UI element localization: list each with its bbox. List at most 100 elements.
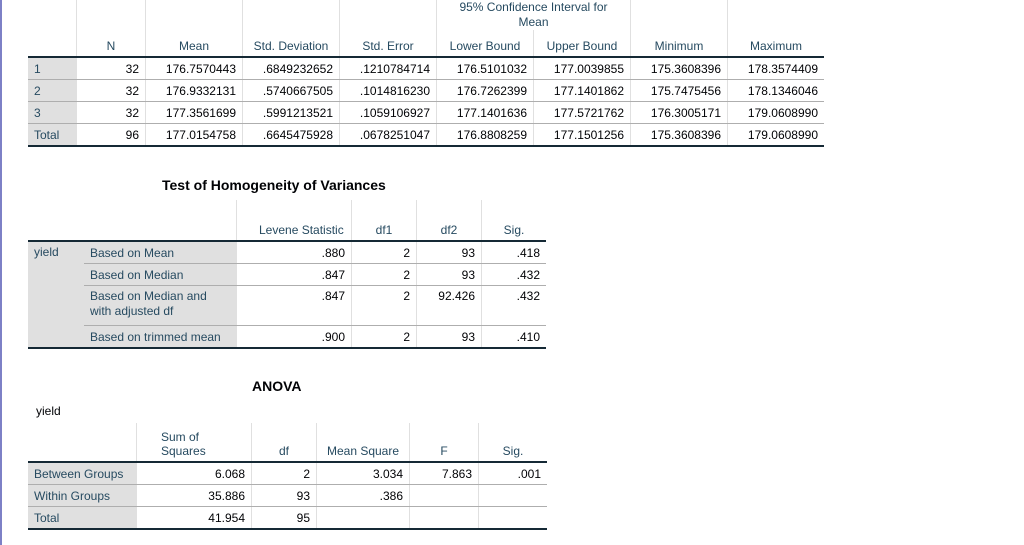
cell-std-error: .0678251047 [339, 123, 437, 147]
cell-upper-bound: 177.1501256 [533, 123, 631, 147]
table-row: 3 32 177.3561699 .5991213521 .1059106927… [28, 101, 824, 124]
cell-lower-bound: 177.1401636 [436, 101, 534, 124]
cell-df: 93 [251, 484, 317, 507]
row-label: Based on Median and with adjusted df [84, 285, 237, 326]
cell-df: 95 [251, 506, 317, 530]
cell-std-deviation: .5740667505 [242, 79, 340, 102]
col-header-levene-statistic: Levene Statistic [236, 200, 352, 242]
cell-upper-bound: 177.1401862 [533, 79, 631, 102]
anova-title: ANOVA [252, 378, 302, 394]
col-header-sig: Sig. [478, 423, 547, 463]
col-header-std-error: Std. Error [339, 30, 437, 58]
cell-std-error: .1210784714 [339, 57, 437, 80]
row-label: Based on Mean [84, 241, 237, 264]
cell-minimum: 175.3608396 [630, 123, 728, 147]
cell-maximum: 179.0608990 [727, 101, 824, 124]
anova-table: Sum of Squares df Mean Square F Sig. Bet… [28, 423, 547, 530]
cell-lower-bound: 176.7262399 [436, 79, 534, 102]
cell-mean-square: 3.034 [316, 462, 410, 485]
cell-df1: 2 [351, 325, 417, 349]
cell-f: 7.863 [409, 462, 479, 485]
col-header-df1: df1 [351, 200, 417, 242]
cell-levene: .847 [236, 263, 352, 286]
cell-lower-bound: 176.8808259 [436, 123, 534, 147]
col-header-std-deviation: Std. Deviation [242, 30, 340, 58]
row-label: Within Groups [28, 484, 137, 507]
cell-levene: .880 [236, 241, 352, 264]
cell-std-deviation: .6849232652 [242, 57, 340, 80]
cell-std-error: .1059106927 [339, 101, 437, 124]
cell-df2: 92.426 [416, 285, 482, 326]
row-label: 1 [28, 57, 77, 80]
cell-df1: 2 [351, 241, 417, 264]
row-label: Total [28, 506, 137, 530]
descriptives-table: 95% Confidence Interval for Mean N Mean … [28, 0, 824, 147]
table-row: yield Based on Mean .880 2 93 .418 [28, 241, 546, 349]
row-label: Total [28, 123, 77, 147]
cell-mean-square: .386 [316, 484, 410, 507]
row-label: 3 [28, 101, 77, 124]
cell-n: 32 [76, 101, 146, 124]
cell-levene: .900 [236, 325, 352, 349]
ci-group-header: 95% Confidence Interval for Mean [436, 0, 631, 30]
cell-df2: 93 [416, 325, 482, 349]
col-header-upper-bound: Upper Bound [533, 30, 631, 58]
cell-std-deviation: .5991213521 [242, 101, 340, 124]
cell-n: 96 [76, 123, 146, 147]
cell-sig: .432 [481, 263, 546, 286]
cell-mean: 177.0154758 [145, 123, 243, 147]
cell-sig: .410 [481, 325, 546, 349]
cell-sum-of-squares: 41.954 [136, 506, 252, 530]
cell-sig [478, 506, 547, 530]
cell-sig: .418 [481, 241, 546, 264]
homogeneity-table: Levene Statistic df1 df2 Sig. yield Base… [28, 200, 546, 349]
cell-minimum: 176.3005171 [630, 101, 728, 124]
cell-df1: 2 [351, 263, 417, 286]
homogeneity-title: Test of Homogeneity of Variances [162, 177, 386, 193]
descriptives-header-row-2: N Mean Std. Deviation Std. Error Lower B… [28, 30, 824, 58]
col-header-f: F [409, 423, 479, 463]
cell-mean-square [316, 506, 410, 530]
row-label: 2 [28, 79, 77, 102]
table-row: Within Groups 35.886 93 .386 [28, 484, 547, 507]
homogeneity-header-row: Levene Statistic df1 df2 Sig. [28, 200, 546, 242]
col-header-mean: Mean [145, 30, 243, 58]
cell-f [409, 506, 479, 530]
cell-df1: 2 [351, 285, 417, 326]
col-header-lower-bound: Lower Bound [436, 30, 534, 58]
cell-sig: .432 [481, 285, 546, 326]
cell-df2: 93 [416, 241, 482, 264]
col-header-minimum: Minimum [630, 30, 728, 58]
table-row: Based on trimmed mean .900 2 93 .410 [28, 325, 546, 349]
table-row: Between Groups 6.068 2 3.034 7.863 .001 [28, 462, 547, 485]
table-row: Based on Median and with adjusted df .84… [28, 285, 546, 326]
cell-mean: 177.3561699 [145, 101, 243, 124]
anova-variable-caption: yield [36, 404, 61, 418]
col-header-n: N [76, 30, 146, 58]
col-header-sum-of-squares: Sum of Squares [136, 423, 252, 463]
cell-sig: .001 [478, 462, 547, 485]
cell-mean: 176.7570443 [145, 57, 243, 80]
col-header-mean-square: Mean Square [316, 423, 410, 463]
cell-std-deviation: .6645475928 [242, 123, 340, 147]
cell-sum-of-squares: 35.886 [136, 484, 252, 507]
cell-upper-bound: 177.0039855 [533, 57, 631, 80]
col-header-df2: df2 [416, 200, 482, 242]
col-header-sig: Sig. [481, 200, 546, 242]
variable-label: yield [28, 241, 84, 349]
row-label: Based on trimmed mean [84, 325, 237, 349]
col-header-df: df [251, 423, 317, 463]
table-row-total: Total 96 177.0154758 .6645475928 .067825… [28, 123, 824, 147]
cell-n: 32 [76, 79, 146, 102]
cell-sum-of-squares: 6.068 [136, 462, 252, 485]
cell-minimum: 175.3608396 [630, 57, 728, 80]
table-row-total: Total 41.954 95 [28, 506, 547, 530]
cell-df2: 93 [416, 263, 482, 286]
table-row: 2 32 176.9332131 .5740667505 .1014816230… [28, 79, 824, 102]
cell-upper-bound: 177.5721762 [533, 101, 631, 124]
cell-std-error: .1014816230 [339, 79, 437, 102]
cell-mean: 176.9332131 [145, 79, 243, 102]
row-label: Between Groups [28, 462, 137, 485]
row-label: Based on Median [84, 263, 237, 286]
cell-f [409, 484, 479, 507]
